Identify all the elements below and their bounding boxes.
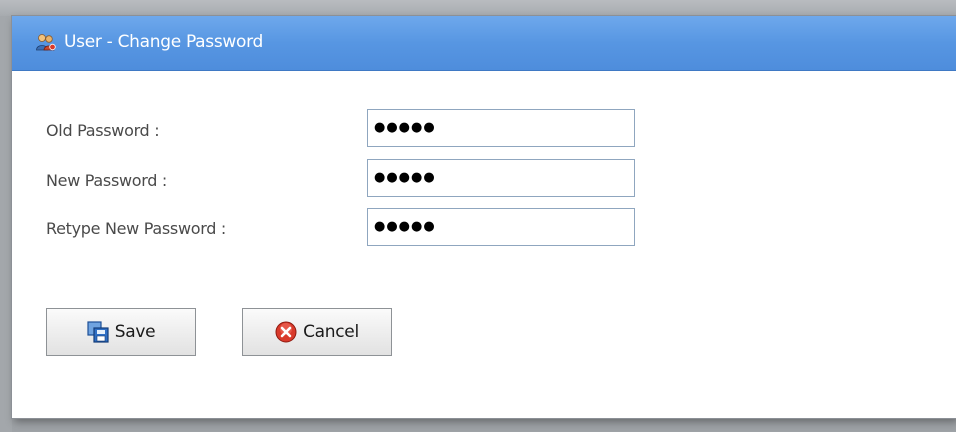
users-icon — [36, 33, 56, 51]
retype-password-input[interactable]: ●●●●● — [367, 208, 635, 246]
old-password-input[interactable]: ●●●●● — [367, 109, 635, 147]
cancel-label: Cancel — [303, 322, 359, 342]
background-edge — [0, 16, 12, 432]
save-button[interactable]: Save — [46, 308, 196, 356]
old-password-label: Old Password : — [46, 121, 160, 140]
change-password-dialog: User - Change Password Old Password : ●●… — [12, 16, 956, 418]
save-icon — [87, 321, 109, 343]
retype-password-label: Retype New Password : — [46, 219, 226, 238]
old-password-value: ●●●●● — [374, 120, 436, 135]
save-label: Save — [114, 322, 156, 342]
cancel-button[interactable]: Cancel — [242, 308, 392, 356]
new-password-value: ●●●●● — [374, 170, 436, 185]
cancel-icon — [275, 321, 297, 343]
background-top — [0, 0, 956, 16]
dialog-title: User - Change Password — [64, 32, 263, 52]
new-password-label: New Password : — [46, 171, 167, 190]
new-password-input[interactable]: ●●●●● — [367, 159, 635, 197]
retype-password-value: ●●●●● — [374, 219, 436, 234]
dialog-titlebar[interactable]: User - Change Password — [12, 16, 956, 71]
